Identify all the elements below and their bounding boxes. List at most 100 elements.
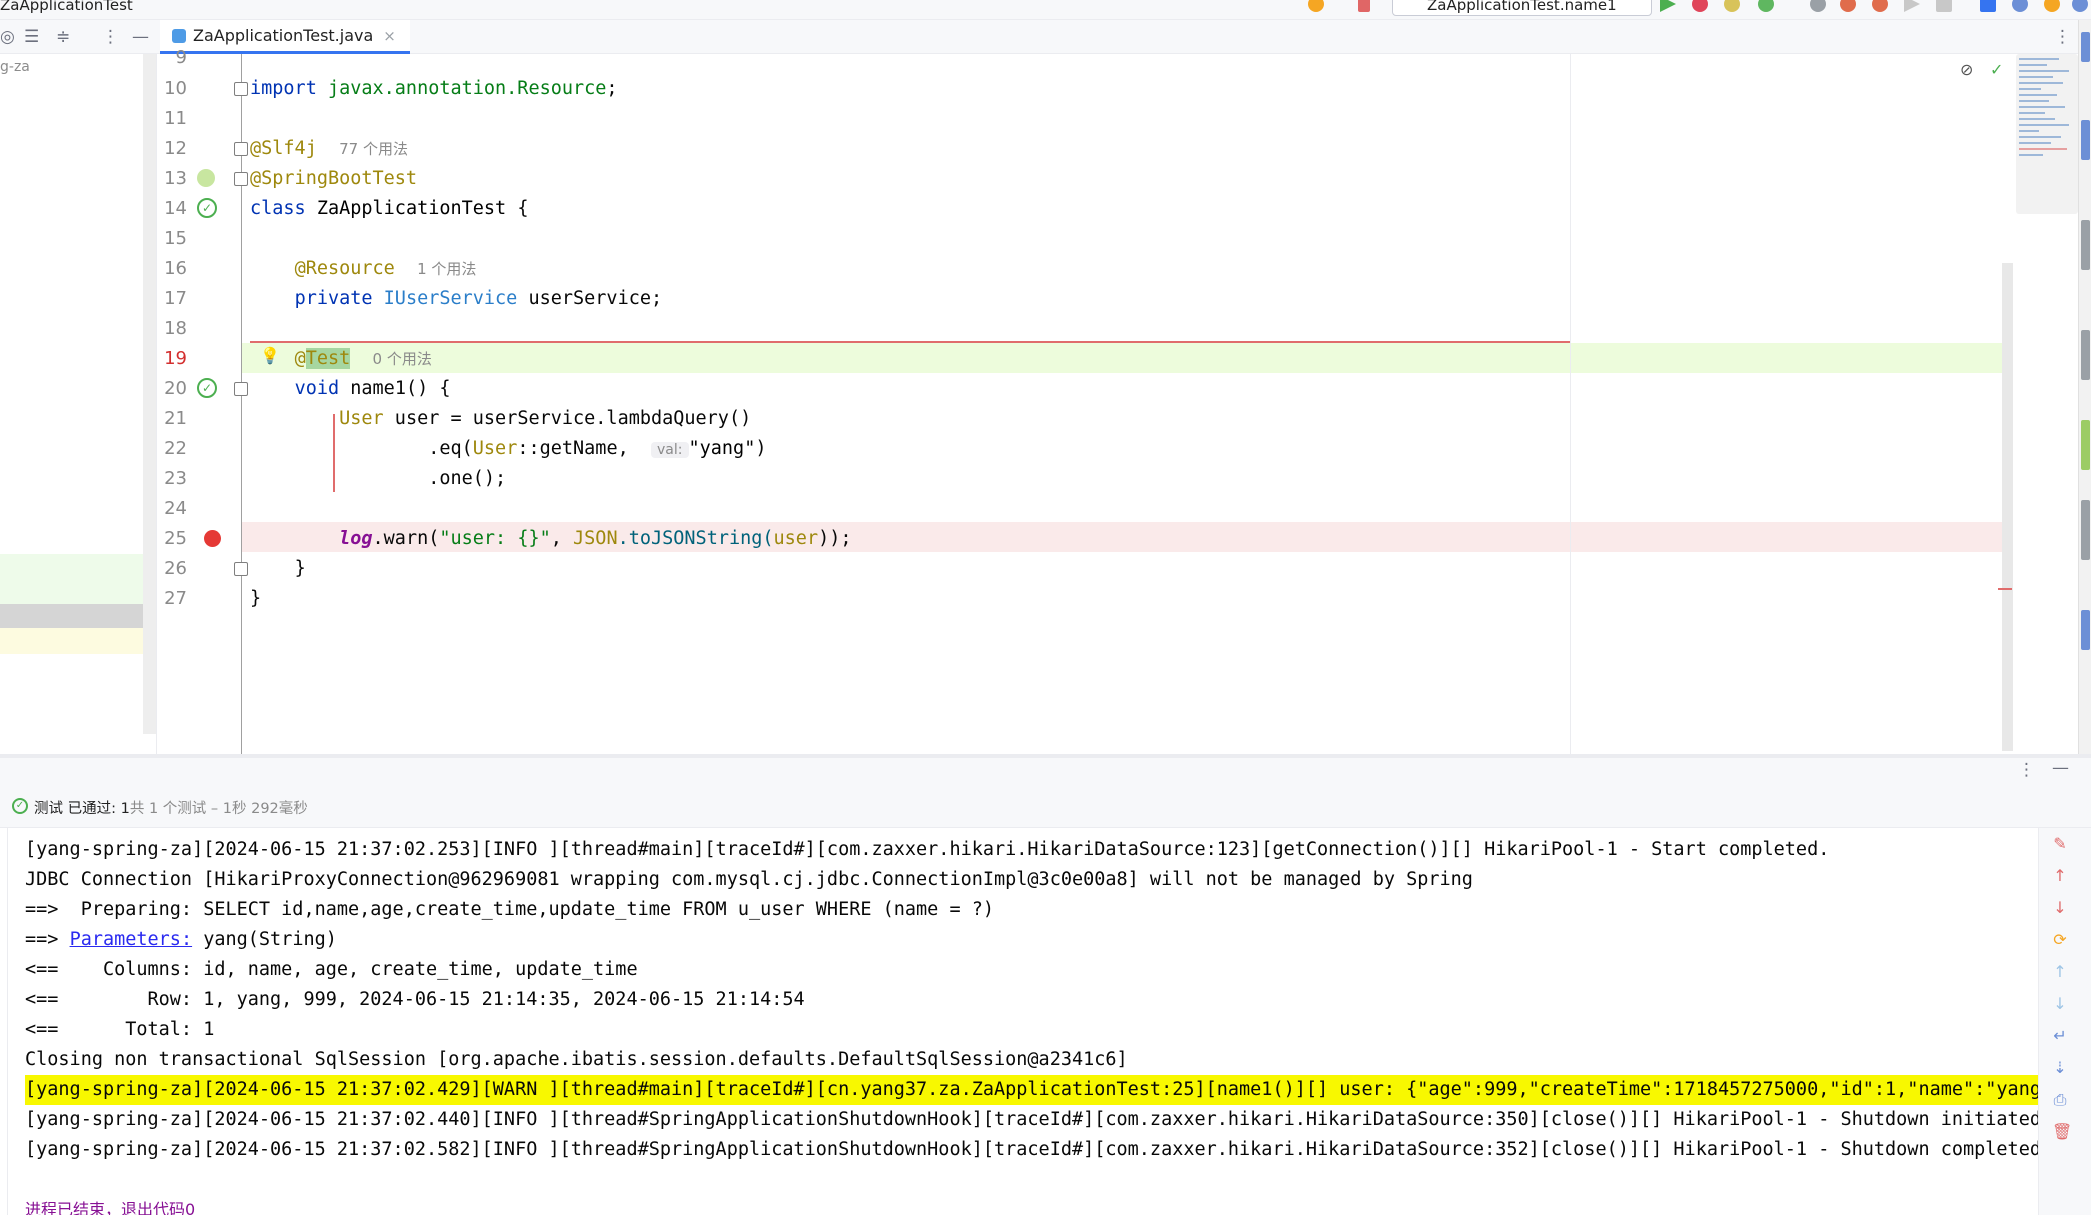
code-minimap[interactable]	[2016, 54, 2078, 214]
plugin2-icon[interactable]	[1872, 0, 1888, 12]
fold-marker-icon[interactable]	[234, 562, 248, 576]
editor-scrollbar[interactable]	[2002, 263, 2013, 751]
up-arrow-icon[interactable]: ↑	[2052, 868, 2068, 884]
code-line-14: class ZaApplicationTest {	[250, 198, 529, 219]
run-test-passed-icon[interactable]: ✓	[197, 378, 217, 398]
line-number: 18	[164, 318, 187, 339]
update-icon[interactable]	[2044, 0, 2060, 12]
jclasslib-icon[interactable]	[2081, 330, 2090, 380]
delete-icon[interactable]: 🗑	[2052, 1124, 2072, 1140]
print-icon[interactable]: ⎙	[2052, 1092, 2068, 1108]
build-icon[interactable]	[1810, 0, 1826, 12]
console-line: [yang-spring-za][2024-06-15 21:37:02.582…	[25, 1139, 2038, 1160]
coverage-icon[interactable]	[1724, 0, 1740, 12]
reader-mode-icon[interactable]: ⊘	[1960, 60, 1973, 79]
editor-tab-strip: ◎ ☰ ≑ ⋮ — ZaApplicationTest.java × ⋮	[0, 20, 2091, 54]
scroll-up-icon[interactable]: ↑	[2052, 964, 2068, 980]
stop-icon[interactable]	[1936, 0, 1952, 12]
close-icon[interactable]: ×	[383, 27, 396, 45]
line-number: 24	[164, 498, 187, 519]
tab-menu-icon[interactable]: ⋮	[2054, 28, 2071, 46]
line-number: 27	[164, 588, 187, 609]
console-line: [yang-spring-za][2024-06-15 21:37:02.440…	[25, 1109, 2038, 1130]
fold-marker-icon[interactable]	[234, 82, 248, 96]
line-number: 15	[164, 228, 187, 249]
collapse-all-icon[interactable]: ≑	[56, 28, 70, 46]
fold-marker-icon[interactable]	[234, 172, 248, 186]
project-selection-highlight	[0, 554, 143, 604]
plugin-icon[interactable]	[1840, 0, 1856, 12]
user-icon[interactable]	[1308, 0, 1324, 12]
usage-hint[interactable]: 0 个用法	[373, 350, 432, 368]
console-line: ==> Parameters: yang(String)	[25, 929, 337, 950]
run-icon[interactable]	[1660, 0, 1676, 12]
soft-wrap-icon[interactable]: ↵	[2052, 1028, 2068, 1044]
hammer-icon[interactable]	[1358, 0, 1370, 12]
project-scrollbar[interactable]	[143, 54, 156, 734]
line-number: 11	[164, 108, 187, 129]
hide-panel-icon[interactable]: —	[2052, 758, 2069, 778]
console-line: [yang-spring-za][2024-06-15 21:37:02.253…	[25, 839, 1830, 860]
right-margin-guide	[1570, 54, 1571, 754]
scroll-down-icon[interactable]: ↓	[2052, 996, 2068, 1012]
expand-all-icon[interactable]: ☰	[24, 28, 39, 46]
code-line-17: private IUserService userService;	[294, 288, 663, 309]
console-toolbar	[2038, 828, 2091, 1215]
search-icon[interactable]	[2012, 0, 2028, 12]
usage-hint[interactable]: 77 个用法	[339, 140, 408, 158]
console-line: <== Columns: id, name, age, create_time,…	[25, 959, 638, 980]
database-icon[interactable]	[2081, 120, 2090, 160]
breakpoint-icon[interactable]	[204, 530, 221, 547]
code-line-21: User user = userService.lambdaQuery()	[339, 408, 752, 429]
test-passed-icon: ✓	[12, 798, 28, 814]
restful-tool-icon[interactable]	[2081, 500, 2090, 560]
project-tree-item[interactable]: g-za	[0, 59, 30, 75]
mybatis-sql-icon[interactable]	[2081, 220, 2090, 270]
window-title: ZaApplicationTest	[0, 0, 133, 14]
fold-marker-icon[interactable]	[234, 382, 248, 396]
code-line-20: void name1() {	[294, 378, 451, 399]
more-options-icon[interactable]: ⋮	[102, 28, 119, 46]
code-editor[interactable]	[242, 54, 2012, 754]
code-line-25: log.warn("user: {}", JSON.toJSONString(u…	[339, 528, 852, 549]
settings-icon[interactable]	[2072, 0, 2088, 12]
project-panel: g-za	[0, 54, 157, 754]
line-number: 16	[164, 258, 187, 279]
rerun-failed-icon[interactable]: ⟳	[2052, 932, 2068, 948]
spring-bean-icon[interactable]	[197, 169, 215, 187]
hide-panel-icon[interactable]: —	[132, 28, 149, 46]
down-arrow-icon[interactable]: ↓	[2052, 900, 2068, 916]
parameters-link[interactable]: Parameters:	[70, 929, 193, 950]
console-line: <== Total: 1	[25, 1019, 215, 1040]
line-number: 10	[164, 78, 187, 99]
notifications-icon[interactable]	[2081, 610, 2090, 650]
line-number: 25	[164, 528, 187, 549]
run-config-dropdown[interactable]: ZaApplicationTest.name1	[1392, 0, 1652, 16]
java-file-icon	[172, 28, 186, 43]
clear-icon[interactable]: ✎	[2052, 836, 2068, 852]
line-number: 14	[164, 198, 187, 219]
parameter-hint: val:	[651, 442, 689, 458]
run-test-passed-icon[interactable]: ✓	[197, 198, 217, 218]
usage-hint[interactable]: 1 个用法	[417, 260, 476, 278]
tab-label: ZaApplicationTest.java	[193, 26, 374, 45]
resume-icon[interactable]	[1904, 0, 1920, 12]
code-line-22: .eq(User::getName, val: "yang")	[428, 438, 767, 459]
locate-icon[interactable]: ◎	[0, 28, 15, 46]
tab-za-application-test[interactable]: ZaApplicationTest.java ×	[160, 20, 410, 54]
more-options-icon[interactable]: ⋮	[2018, 760, 2035, 780]
fold-marker-icon[interactable]	[234, 142, 248, 156]
line-number: 17	[164, 288, 187, 309]
translate-icon[interactable]	[1980, 0, 1996, 12]
code-line-26: }	[294, 558, 306, 579]
profiler-icon[interactable]	[1758, 0, 1774, 12]
inspection-ok-icon[interactable]: ✓	[1990, 60, 2003, 79]
project-selection-row[interactable]	[0, 604, 143, 628]
forest-icon[interactable]	[2081, 420, 2090, 470]
console-left-gutter	[0, 828, 8, 1215]
error-stripe-marker[interactable]	[1998, 588, 2012, 590]
maven-icon[interactable]	[2081, 32, 2090, 62]
code-line-27: }	[250, 588, 262, 609]
scroll-to-end-icon[interactable]: ⇣	[2052, 1060, 2068, 1076]
debug-icon[interactable]	[1692, 0, 1708, 12]
